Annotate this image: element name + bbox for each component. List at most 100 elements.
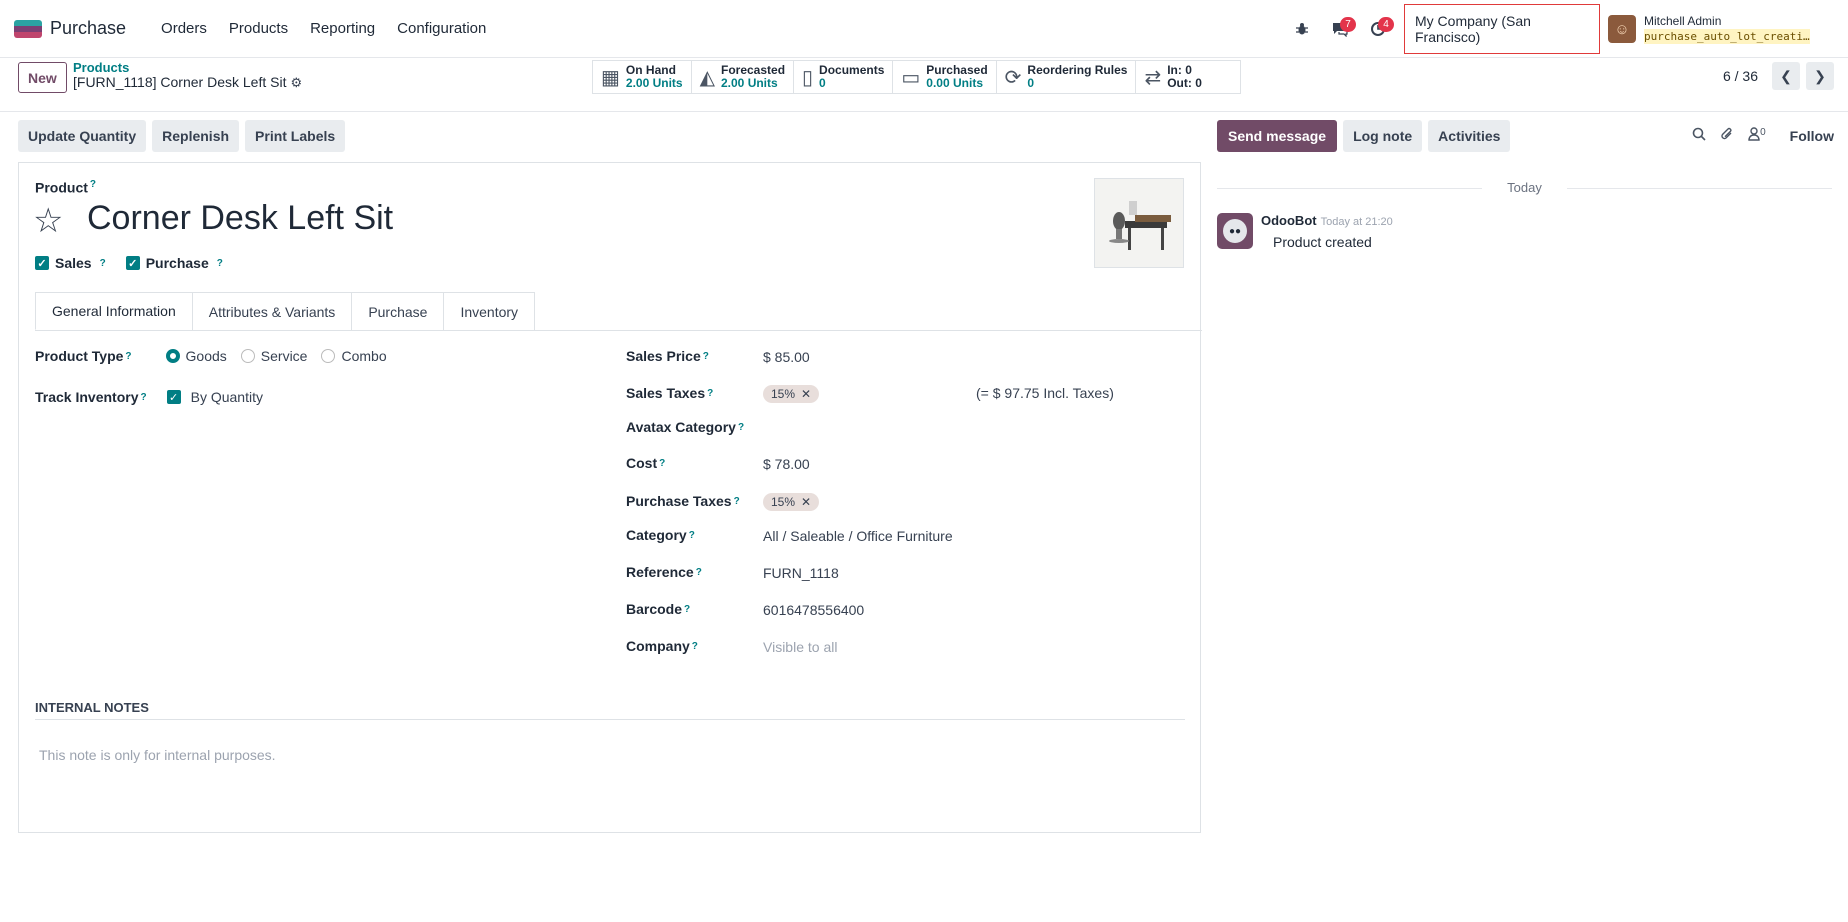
- reordering-rules-label: Reordering Rules: [1027, 63, 1128, 77]
- reference-field[interactable]: FURN_1118: [763, 565, 839, 581]
- menu-configuration[interactable]: Configuration: [386, 20, 497, 37]
- tab-attributes-variants[interactable]: Attributes & Variants: [191, 292, 353, 330]
- category-label: Category: [626, 527, 687, 543]
- print-labels-button[interactable]: Print Labels: [245, 120, 346, 152]
- help-icon[interactable]: ?: [141, 392, 147, 403]
- exchange-icon: ⇄: [1144, 66, 1162, 89]
- top-navbar: Purchase Orders Products Reporting Confi…: [0, 0, 1848, 58]
- close-icon[interactable]: ✕: [801, 495, 811, 509]
- category-field[interactable]: All / Saleable / Office Furniture: [763, 528, 953, 544]
- avatax-label-row: Avatax Category?: [626, 419, 744, 435]
- log-note-button[interactable]: Log note: [1343, 120, 1423, 152]
- user-menu[interactable]: ☺ Mitchell Admin purchase_auto_lot_creat…: [1608, 14, 1848, 44]
- app-name[interactable]: Purchase: [50, 18, 126, 39]
- help-icon[interactable]: ?: [689, 530, 695, 541]
- message-time: Today at 21:20: [1320, 216, 1393, 228]
- update-quantity-button[interactable]: Update Quantity: [18, 120, 147, 152]
- product-type-radio-service[interactable]: Service: [240, 348, 308, 364]
- company-switcher[interactable]: My Company (San Francisco): [1404, 4, 1600, 54]
- barcode-field[interactable]: 6016478556400: [763, 602, 864, 618]
- help-icon[interactable]: ?: [707, 388, 713, 399]
- track-inventory-checkbox[interactable]: ✓: [166, 390, 181, 404]
- sales-checkbox[interactable]: ✓: [35, 256, 49, 270]
- sales-tax-tag[interactable]: 15% ✕: [763, 385, 820, 403]
- sales-taxes-field[interactable]: 15% ✕: [763, 385, 820, 403]
- main-menu: Orders Products Reporting Configuration: [150, 20, 497, 37]
- send-message-button[interactable]: Send message: [1217, 120, 1338, 152]
- tab-inventory[interactable]: Inventory: [443, 292, 536, 330]
- product-name-field[interactable]: Corner Desk Left Sit: [87, 199, 393, 238]
- tab-general-information[interactable]: General Information: [35, 292, 193, 330]
- message-text: Product created: [1273, 234, 1372, 250]
- activities-button[interactable]: Activities: [1428, 120, 1511, 152]
- chevron-right-icon[interactable]: ❯: [1806, 62, 1834, 90]
- bug-icon[interactable]: [1286, 13, 1318, 45]
- avatar: ☺: [1608, 15, 1636, 43]
- chevron-left-icon[interactable]: ❮: [1772, 62, 1800, 90]
- robot-icon: ●●: [1223, 219, 1247, 243]
- on-hand-button[interactable]: ▦ On Hand 2.00 Units: [593, 61, 692, 93]
- menu-products[interactable]: Products: [218, 20, 299, 37]
- purchase-tax-tag[interactable]: 15% ✕: [763, 493, 820, 511]
- barcode-label-row: Barcode?: [626, 601, 690, 617]
- help-icon[interactable]: ?: [100, 258, 106, 269]
- help-icon[interactable]: ?: [90, 179, 96, 190]
- radio-selected[interactable]: [165, 349, 180, 363]
- messages-badge: 7: [1340, 17, 1356, 32]
- star-icon[interactable]: ☆: [33, 201, 63, 241]
- product-type-radio-combo[interactable]: Combo: [321, 348, 387, 364]
- help-icon[interactable]: ?: [659, 458, 665, 469]
- user-name: Mitchell Admin: [1644, 14, 1722, 28]
- forecasted-button[interactable]: ◭ Forecasted 2.00 Units: [692, 61, 795, 93]
- app-brand[interactable]: Purchase: [14, 18, 126, 39]
- followers-count: 0: [1760, 127, 1766, 138]
- help-icon[interactable]: ?: [738, 422, 744, 433]
- help-icon[interactable]: ?: [125, 351, 131, 362]
- search-icon[interactable]: [1692, 127, 1706, 145]
- pager-value[interactable]: 6 / 36: [1723, 68, 1758, 84]
- sales-price-field[interactable]: $ 85.00: [763, 349, 810, 365]
- radio-unselected[interactable]: [240, 349, 255, 363]
- help-icon[interactable]: ?: [692, 641, 698, 652]
- paperclip-icon[interactable]: [1720, 126, 1734, 146]
- help-icon[interactable]: ?: [734, 496, 740, 507]
- followers-icon[interactable]: 0: [1748, 127, 1766, 145]
- help-icon[interactable]: ?: [696, 567, 702, 578]
- control-panel: New Products [FURN_1118] Corner Desk Lef…: [0, 58, 1848, 112]
- purchase-checkbox[interactable]: ✓: [125, 256, 140, 270]
- new-button[interactable]: New: [18, 62, 67, 93]
- documents-label: Documents: [819, 63, 885, 77]
- company-field[interactable]: Visible to all: [763, 639, 837, 655]
- cost-field[interactable]: $ 78.00: [763, 456, 810, 472]
- internal-notes-field[interactable]: This note is only for internal purposes.: [39, 747, 276, 763]
- in-out-button[interactable]: ⇄ In: 0 Out: 0: [1136, 61, 1240, 93]
- help-icon[interactable]: ?: [703, 351, 709, 362]
- product-image[interactable]: [1094, 178, 1184, 268]
- file-icon: ▯: [802, 66, 814, 89]
- app-menu-icon[interactable]: [14, 19, 42, 38]
- activities-badge: 4: [1378, 17, 1394, 32]
- close-icon[interactable]: ✕: [801, 387, 811, 401]
- menu-reporting[interactable]: Reporting: [299, 20, 386, 37]
- menu-orders[interactable]: Orders: [150, 20, 218, 37]
- purchased-button[interactable]: ▭ Purchased 0.00 Units: [893, 61, 997, 93]
- messages-icon[interactable]: 7: [1324, 13, 1356, 45]
- help-icon[interactable]: ?: [217, 258, 223, 269]
- help-icon[interactable]: ?: [684, 604, 690, 615]
- radio-service-label: Service: [260, 348, 308, 364]
- activities-icon[interactable]: 4: [1362, 13, 1394, 45]
- purchase-taxes-label: Purchase Taxes: [626, 493, 732, 509]
- reordering-rules-button[interactable]: ⟳ Reordering Rules 0: [997, 61, 1137, 93]
- breadcrumb-products-link[interactable]: Products: [73, 60, 302, 75]
- radio-unselected[interactable]: [321, 349, 336, 363]
- purchase-taxes-field[interactable]: 15% ✕: [763, 493, 820, 511]
- follow-button[interactable]: Follow: [1790, 128, 1834, 144]
- product-type-radio-goods[interactable]: Goods: [165, 348, 227, 364]
- message-author[interactable]: OdooBot: [1261, 213, 1317, 228]
- track-inventory-value[interactable]: By Quantity: [191, 389, 263, 405]
- tab-purchase[interactable]: Purchase: [351, 292, 445, 330]
- replenish-button[interactable]: Replenish: [152, 120, 240, 152]
- documents-button[interactable]: ▯ Documents 0: [794, 61, 894, 93]
- gear-icon[interactable]: ⚙: [290, 75, 302, 90]
- area-chart-icon: ◭: [699, 66, 715, 89]
